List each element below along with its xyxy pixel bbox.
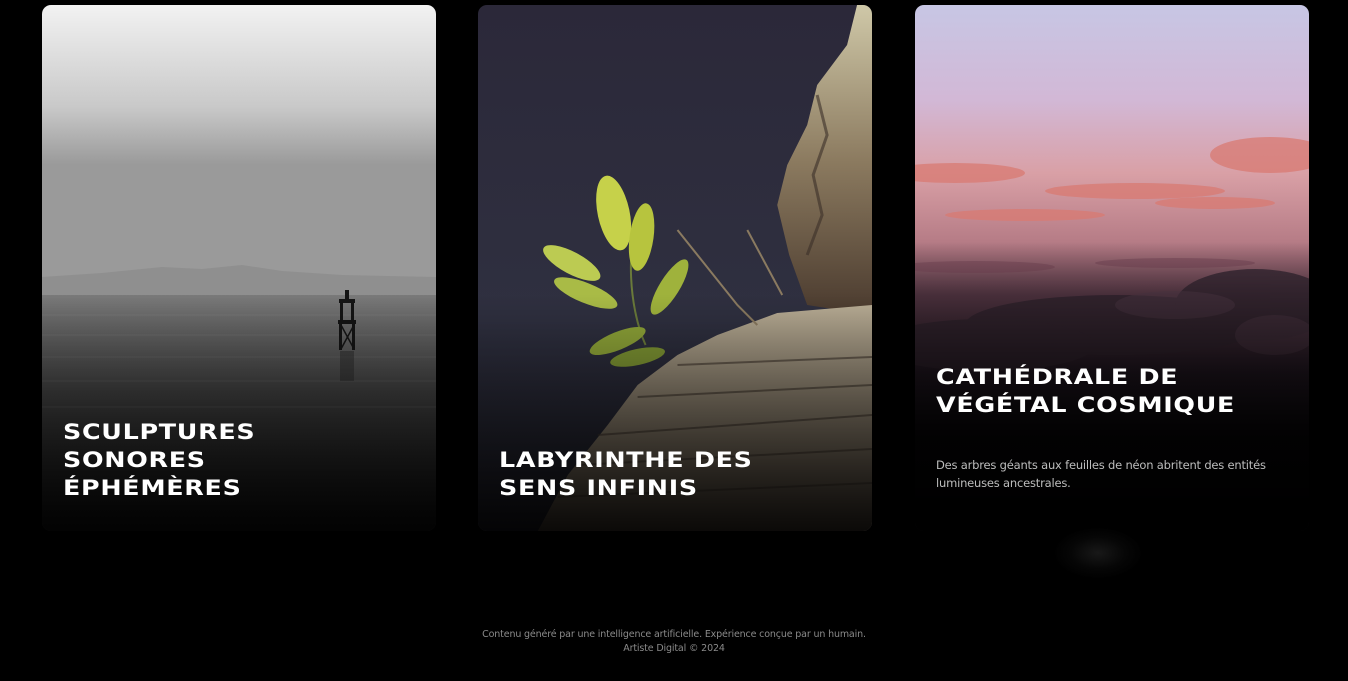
artwork-card-cathedrale-vegetal-cosmique[interactable]: CATHÉDRALE DE VÉGÉTAL COSMIQUE Des arbre… [915,5,1309,531]
sunset-above-clouds-image [915,5,1309,531]
artwork-card-labyrinthe-des-sens[interactable]: LABYRINTHE DES SENS INFINIS [478,5,872,531]
card-title: LABYRINTHE DES SENS INFINIS [499,448,753,501]
card-title: SCULPTURES SONORES ÉPHÉMÈRES [63,420,256,501]
card-title: CATHÉDRALE DE VÉGÉTAL COSMIQUE [936,365,1236,418]
artwork-card-sculptures-sonores[interactable]: SCULPTURES SONORES ÉPHÉMÈRES [42,5,436,531]
cursor-glow [1055,528,1141,578]
footer-credit-text: Contenu généré par une intelligence arti… [482,629,866,640]
footer-copyright: Artiste Digital © 2024 [623,643,725,654]
page-footer: Contenu généré par une intelligence arti… [0,628,1348,656]
gallery-page: SCULPTURES SONORES ÉPHÉMÈRES LABYRINTHE … [0,0,1348,681]
card-description: Des arbres géants aux feuilles de néon a… [936,458,1266,490]
